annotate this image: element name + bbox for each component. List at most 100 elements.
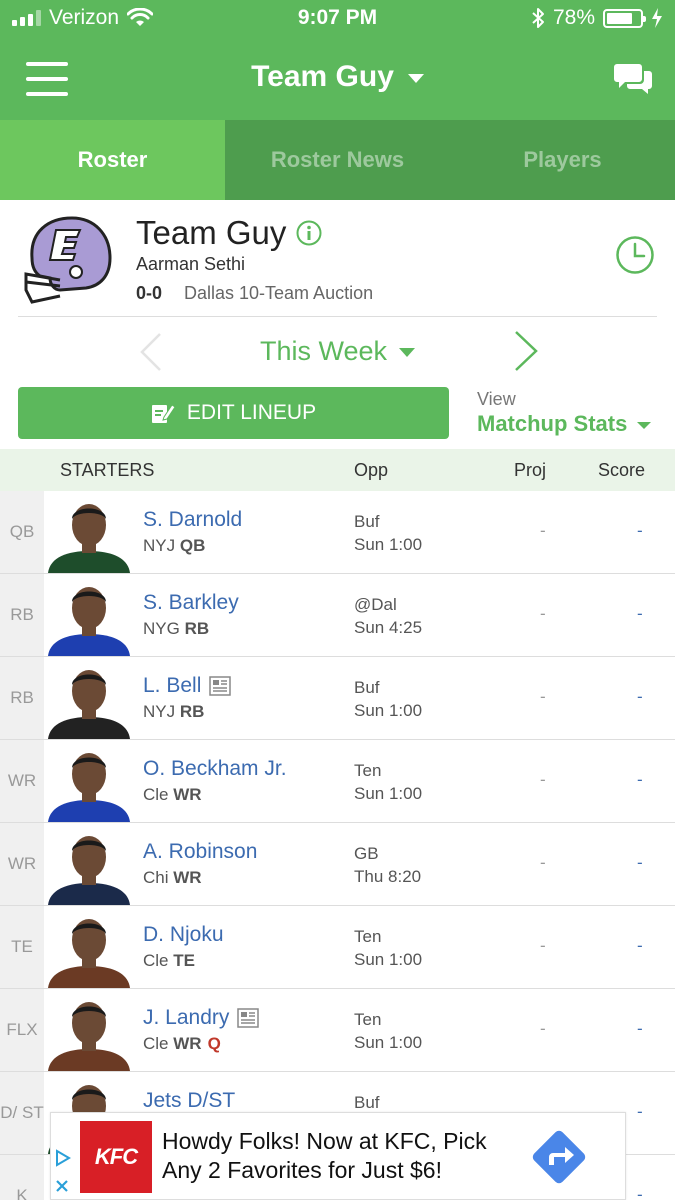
injury-status: Q	[207, 1034, 221, 1053]
player-position: QB	[179, 536, 206, 555]
score: -	[637, 1102, 643, 1121]
player-team-abbr: NYG	[143, 619, 180, 638]
player-position: WR	[173, 1034, 202, 1053]
slot-position: RB	[0, 574, 44, 656]
edit-lineup-button[interactable]: EDIT LINEUP	[18, 387, 449, 439]
slot-position: K	[0, 1155, 44, 1200]
divider	[18, 316, 657, 317]
player-position: RB	[179, 702, 205, 721]
news-icon[interactable]	[237, 1008, 260, 1029]
player-headshot	[48, 919, 130, 988]
game-time: Sun 1:00	[354, 535, 423, 554]
slot-position: WR	[0, 823, 44, 905]
opponent-team: Ten	[354, 1010, 382, 1029]
opponent-team: Buf	[354, 512, 380, 531]
player-row[interactable]: RB S. Barkley NYG RB @Dal Sun 4:25 - -	[0, 574, 675, 657]
player-position: TE	[173, 951, 195, 970]
player-name-text: J. Landry	[143, 1006, 230, 1029]
player-team: NYJ QB	[143, 536, 205, 556]
opponent-team: Buf	[354, 1093, 380, 1112]
player-team-abbr: NYJ	[143, 536, 176, 555]
opponent-team: Ten	[354, 927, 382, 946]
directions-arrow-icon[interactable]	[527, 1125, 591, 1189]
projected-points: -	[540, 521, 546, 540]
score: -	[637, 936, 643, 955]
column-opp: Opp	[354, 460, 389, 480]
score: -	[637, 1019, 643, 1038]
week-selector[interactable]: This Week	[0, 336, 675, 367]
slot-position: FLX	[0, 989, 44, 1071]
player-team: Cle WR Q	[143, 1034, 221, 1054]
chat-icon[interactable]	[613, 62, 653, 96]
player-team-abbr: Chi	[143, 868, 169, 887]
table-header: STARTERS Opp Proj Score	[0, 449, 675, 491]
player-name-text: L. Bell	[143, 674, 202, 697]
player-row[interactable]: QB S. Darnold NYJ QB Buf Sun 1:00 - -	[0, 491, 675, 574]
ad-text: Howdy Folks! Now at KFC, Pick Any 2 Favo…	[162, 1128, 487, 1183]
player-name[interactable]: J. Landry	[143, 1006, 260, 1030]
slot-position: TE	[0, 906, 44, 988]
projected-points: -	[540, 1019, 546, 1038]
owner-name: Aarman Sethi	[136, 254, 246, 274]
player-team: Cle WR	[143, 785, 202, 805]
player-row[interactable]: WR O. Beckham Jr. Cle WR Ten Sun 1:00 - -	[0, 740, 675, 823]
player-row[interactable]: FLX J. Landry Cle WR Q Ten Sun 1:00 - -	[0, 989, 675, 1072]
game-time: Sun 1:00	[354, 784, 423, 803]
player-name[interactable]: D. Njoku	[143, 923, 224, 947]
player-position: RB	[184, 619, 210, 638]
player-name[interactable]: A. Robinson	[143, 840, 257, 864]
clock-icon[interactable]	[615, 235, 655, 275]
player-name-text: S. Barkley	[143, 591, 239, 614]
opponent-team: @Dal	[354, 595, 397, 614]
slot-position: WR	[0, 740, 44, 822]
news-icon[interactable]	[209, 676, 232, 697]
player-name-text: D. Njoku	[143, 923, 224, 946]
score: -	[637, 770, 643, 789]
game-time: Sun 1:00	[354, 1033, 423, 1052]
tab-players[interactable]: Players	[450, 120, 675, 200]
chevron-down-icon	[407, 73, 424, 83]
slot-position: D/ ST	[0, 1072, 44, 1154]
game-time: Sun 1:00	[354, 950, 423, 969]
player-name[interactable]: L. Bell	[143, 674, 232, 698]
info-icon[interactable]	[296, 220, 322, 246]
chevron-down-icon	[399, 348, 416, 358]
week-label: This Week	[259, 336, 388, 366]
chevron-right-icon[interactable]	[512, 330, 540, 372]
tab-roster[interactable]: Roster	[0, 120, 225, 200]
opponent: Buf	[354, 1091, 380, 1114]
opponent: Ten Sun 1:00	[354, 925, 422, 971]
player-row[interactable]: WR A. Robinson Chi WR GB Thu 8:20 - -	[0, 823, 675, 906]
player-team-abbr: Cle	[143, 1034, 169, 1053]
player-position: WR	[173, 785, 202, 804]
score: -	[637, 604, 643, 623]
player-row[interactable]: TE D. Njoku Cle TE Ten Sun 1:00 - -	[0, 906, 675, 989]
tab-roster-news[interactable]: Roster News	[225, 120, 450, 200]
player-position: WR	[173, 868, 202, 887]
player-team: NYG RB	[143, 619, 209, 639]
game-time: Sun 4:25	[354, 618, 423, 637]
edit-icon	[151, 404, 175, 423]
player-name-text: Jets D/ST	[143, 1089, 236, 1112]
opponent-team: Ten	[354, 761, 382, 780]
player-name-text: S. Darnold	[143, 508, 243, 531]
projected-points: -	[540, 853, 546, 872]
ad-choices-icon[interactable]	[51, 1147, 73, 1200]
ad-banner[interactable]: KFC Howdy Folks! Now at KFC, Pick Any 2 …	[50, 1112, 626, 1200]
starters-heading: STARTERS	[60, 460, 155, 480]
team-record: 0-0	[136, 283, 163, 303]
score: -	[637, 521, 643, 540]
player-name[interactable]: O. Beckham Jr.	[143, 757, 287, 781]
player-headshot	[48, 670, 130, 739]
player-name[interactable]: S. Barkley	[143, 591, 239, 615]
player-name[interactable]: S. Darnold	[143, 508, 242, 532]
opponent: Ten Sun 1:00	[354, 1008, 422, 1054]
view-selector[interactable]: Matchup Stats	[477, 411, 652, 437]
player-headshot	[48, 753, 130, 822]
projected-points: -	[540, 604, 546, 623]
edit-lineup-label: EDIT LINEUP	[186, 401, 317, 424]
player-name[interactable]: Jets D/ST	[143, 1089, 235, 1113]
player-row[interactable]: RB L. Bell NYJ RB Buf Sun 1:00 - -	[0, 657, 675, 740]
projected-points: -	[540, 770, 546, 789]
team-switcher[interactable]: Team Guy	[0, 60, 675, 94]
